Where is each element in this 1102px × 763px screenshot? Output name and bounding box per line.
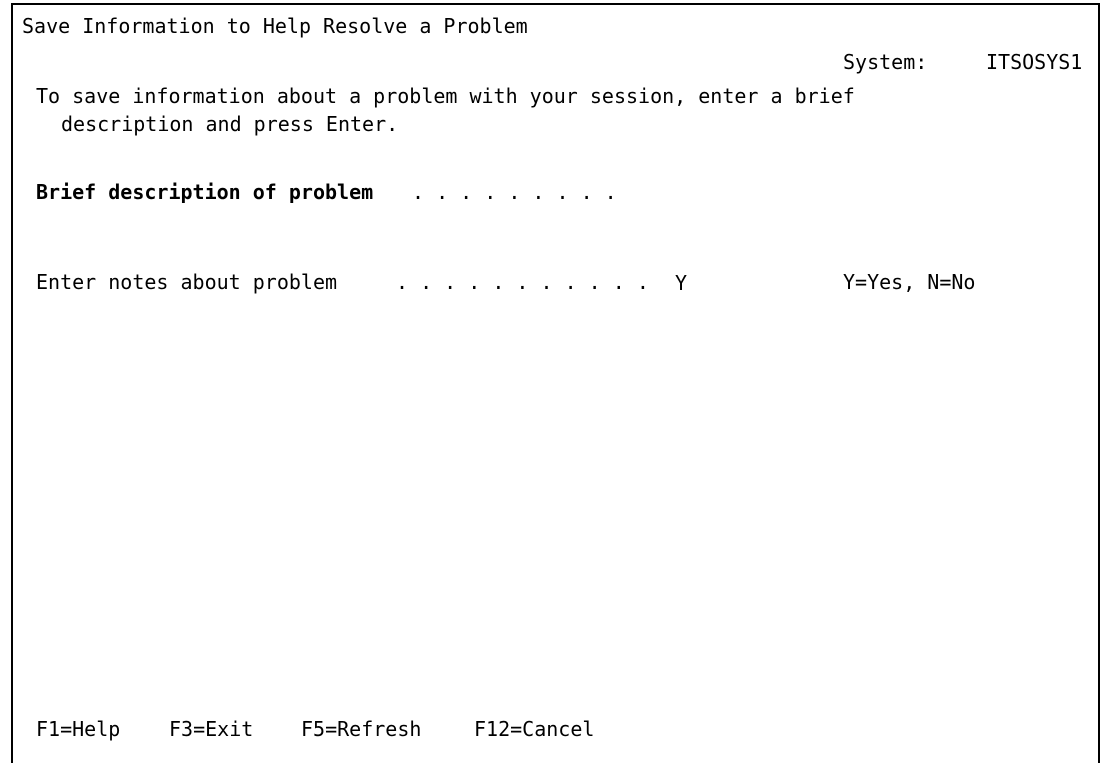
screen-title: Save Information to Help Resolve a Probl… [22, 14, 528, 38]
f5-refresh-key[interactable]: F5=Refresh [301, 717, 421, 741]
brief-description-input[interactable] [440, 231, 1000, 257]
instruction-line-1: To save information about a problem with… [36, 84, 855, 108]
notes-dots: . . . . . . . . . . . [396, 270, 649, 294]
f1-help-key[interactable]: F1=Help [36, 717, 120, 741]
system-name: ITSOSYS1 [986, 50, 1083, 74]
brief-description-label: Brief description of problem [36, 180, 374, 204]
instruction-line-2: description and press Enter. [61, 112, 399, 136]
f3-exit-key[interactable]: F3=Exit [169, 717, 253, 741]
f12-cancel-key[interactable]: F12=Cancel [474, 717, 594, 741]
notes-options-hint: Y=Yes, N=No [843, 270, 976, 294]
system-label: System: [843, 50, 928, 74]
brief-description-dots: . . . . . . . . . [412, 180, 617, 204]
notes-label: Enter notes about problem [36, 270, 338, 294]
notes-yes-no-input[interactable] [675, 271, 705, 295]
